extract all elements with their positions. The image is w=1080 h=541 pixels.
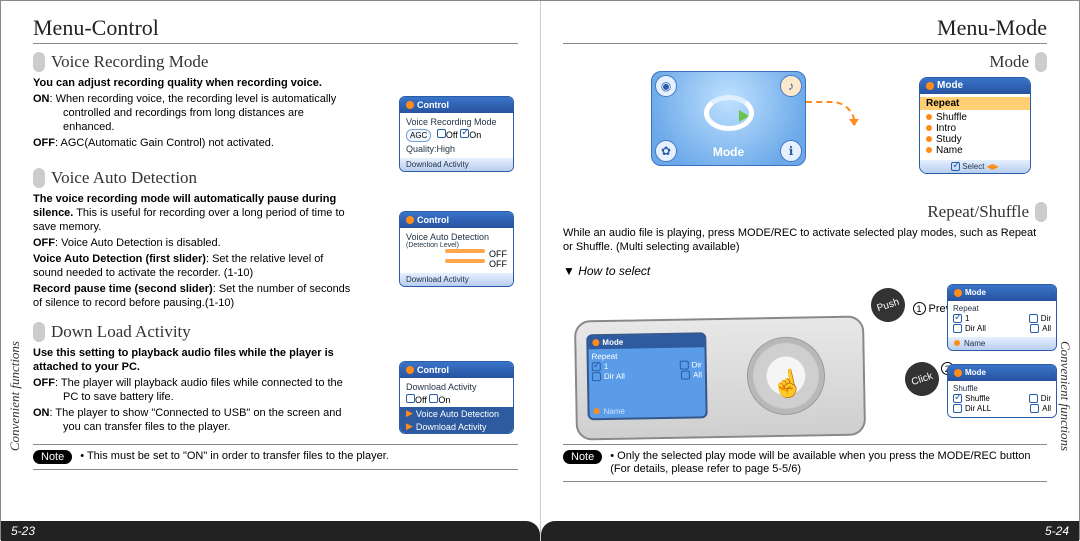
dla-body: Use this setting to playback audio files…	[33, 346, 353, 434]
device-screen: Mode Repeat 1Dir Dir AllAll Name	[586, 332, 707, 420]
vad-body: The voice recording mode will automatica…	[33, 192, 353, 310]
mode-list-panel: Mode Repeat Shuffle Intro Study Name Sel…	[919, 77, 1031, 174]
section-title: Mode	[989, 52, 1029, 72]
section-voice-recording: Voice Recording Mode	[33, 52, 518, 72]
page-header-right: Menu-Mode	[563, 15, 1047, 44]
ui-control-vad: Control Voice Auto Detection (Detection …	[399, 211, 514, 287]
corner-icon-disc: ◉	[655, 75, 677, 97]
voice-recording-body: You can adjust recording quality when re…	[33, 76, 353, 150]
ui-mode-repeat: Mode Repeat 1Dir Dir AllAll Name	[947, 284, 1057, 351]
page-footer-right: 5-24	[541, 521, 1079, 541]
finger-icon: ☝	[768, 366, 806, 403]
section-title: Down Load Activity	[51, 322, 191, 342]
ui-mode-shuffle: Mode Shuffle ShuffleDir Dir ALLAll	[947, 364, 1057, 418]
note-tag: Note	[563, 450, 602, 464]
section-cap-icon	[1035, 52, 1047, 72]
section-cap-icon	[1035, 202, 1047, 222]
dashed-arrow-icon	[806, 101, 856, 125]
page-header-left: Menu-Control	[33, 15, 518, 44]
section-dla: Down Load Activity	[33, 322, 518, 342]
section-title: Voice Auto Detection	[51, 168, 197, 188]
corner-icon-note: ♪	[780, 75, 802, 97]
section-repeat-shuffle: Repeat/Shuffle	[563, 202, 1047, 222]
side-tab-left: Convenient functions	[7, 341, 25, 451]
section-title: Repeat/Shuffle	[927, 202, 1029, 222]
page-left: Menu-Control Voice Recording Mode You ca…	[1, 1, 540, 541]
manual-spread: Menu-Control Voice Recording Mode You ca…	[0, 0, 1080, 540]
note-left: Note • This must be set to "ON" in order…	[33, 444, 518, 470]
mode-main-panel: ◉ ♪ ✿ ℹ Mode	[651, 71, 806, 166]
section-cap-icon	[33, 322, 45, 342]
section-cap-icon	[33, 168, 45, 188]
page-footer-left: 5-23	[1, 521, 540, 541]
how-to-select: How to select	[563, 264, 1047, 278]
section-mode: Mode	[563, 52, 1047, 72]
click-bubble-icon: Click	[901, 358, 944, 401]
mode-panel-label: Mode	[652, 145, 805, 159]
mode-arrow-icon	[704, 95, 754, 131]
ui-control-dla: Control Download Activity Off On ▶Voice …	[399, 361, 514, 434]
device-area: Mode Repeat 1Dir Dir AllAll Name ☝ 1Prev…	[563, 284, 1047, 434]
ui-control-voicerec: Control Voice Recording Mode AGC Off On …	[399, 96, 514, 172]
device-illustration: Mode Repeat 1Dir Dir AllAll Name ☝	[574, 315, 866, 440]
section-title: Voice Recording Mode	[51, 52, 208, 72]
note-tag: Note	[33, 450, 72, 464]
section-cap-icon	[33, 52, 45, 72]
push-bubble-icon: Push	[867, 284, 910, 327]
rs-desc: While an audio file is playing, press MO…	[563, 226, 1043, 254]
note-right: Note • Only the selected play mode will …	[563, 444, 1047, 482]
page-right: Menu-Mode Mode ◉ ♪ ✿ ℹ Mode Mode Repeat …	[540, 1, 1079, 541]
side-tab-right: Convenient functions	[1055, 341, 1073, 451]
